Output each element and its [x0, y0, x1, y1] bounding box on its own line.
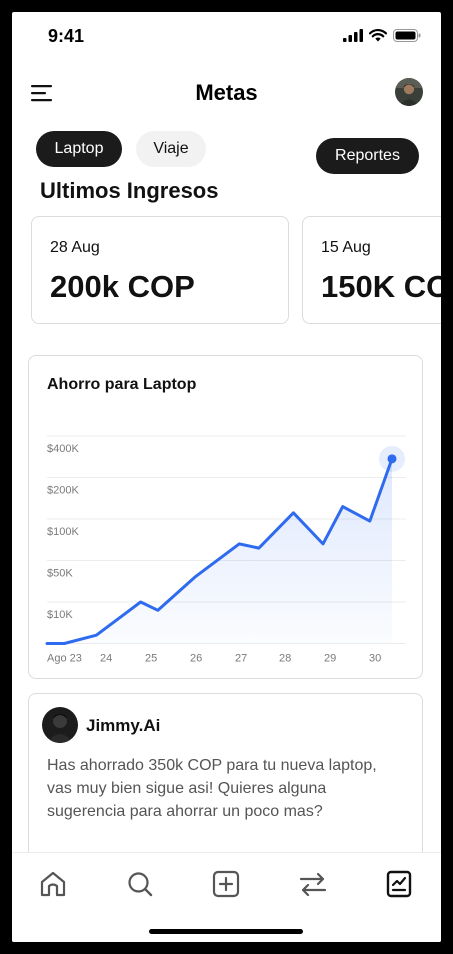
y-tick-label: $400K [47, 443, 79, 455]
app-header: Metas [12, 72, 441, 116]
data-point [292, 511, 295, 514]
status-bar: 9:41 [12, 12, 441, 60]
bottom-nav [12, 852, 441, 942]
data-point [46, 642, 49, 645]
signal-icon [343, 29, 363, 42]
x-tick-label: Ago 23 [47, 653, 82, 665]
x-tick-label: 27 [235, 653, 247, 665]
chart-area [47, 458, 392, 644]
income-date: 28 Aug [50, 239, 100, 256]
nav-transfer[interactable] [298, 869, 328, 899]
data-point [341, 505, 344, 508]
phone-screen: 9:41 Metas Laptop Viaje Reportes Ultimos… [12, 12, 441, 942]
status-time: 9:41 [48, 26, 85, 46]
reportes-button[interactable]: Reportes [316, 138, 419, 174]
income-date: 15 Aug [321, 239, 371, 256]
page-title: Metas [195, 80, 258, 105]
y-tick-label: $200K [47, 485, 79, 497]
assistant-avatar-image [42, 707, 78, 743]
assistant-message-text: Has ahorrado 350k COP para tu nueva lapt… [47, 757, 377, 820]
battery-icon [393, 29, 421, 42]
data-point [95, 634, 98, 637]
profile-avatar[interactable] [395, 78, 423, 106]
income-amount: 200k COP [50, 269, 195, 304]
x-tick-label: 30 [369, 653, 381, 665]
wifi-icon [369, 29, 387, 42]
data-point [63, 642, 66, 645]
savings-chart: $400K $200K $100K $50K $10K Ago 23 24 25 26 27 28 2… [45, 435, 406, 665]
chart-title: Ahorro para Laptop [47, 376, 197, 393]
x-tick-label: 25 [145, 653, 157, 665]
data-point [139, 601, 142, 604]
current-point[interactable] [387, 454, 397, 464]
nav-search[interactable] [125, 869, 155, 899]
y-tick-label: $50K [47, 568, 73, 580]
assistant-name: Jimmy.Ai [86, 716, 161, 735]
x-tick-label: 26 [190, 653, 202, 665]
status-icons [343, 29, 421, 42]
income-card[interactable]: 15 Aug 150K COP [302, 216, 441, 324]
data-point [368, 520, 371, 523]
y-tick-label: $10K [47, 609, 73, 621]
nav-home[interactable] [38, 869, 68, 899]
home-icon [40, 871, 66, 897]
data-point [193, 576, 196, 579]
data-point [257, 547, 260, 550]
savings-chart-card: $400K $200K $100K $50K $10K Ago 23 24 25 26 27 28 2… [28, 355, 423, 679]
section-title: Ultimos Ingresos [40, 178, 219, 203]
home-indicator [149, 929, 303, 934]
x-tick-label: 24 [100, 653, 112, 665]
y-tick-label: $100K [47, 526, 79, 538]
nav-add[interactable] [211, 869, 241, 899]
goal-chip-laptop[interactable]: Laptop [36, 131, 122, 167]
goal-chip-viaje[interactable]: Viaje [136, 131, 206, 167]
data-point [238, 542, 241, 545]
transfer-icon [299, 872, 327, 897]
data-point [156, 609, 159, 612]
nav-reports[interactable] [384, 869, 414, 899]
x-tick-label: 28 [279, 653, 291, 665]
income-card[interactable]: 28 Aug 200k COP [31, 216, 289, 324]
search-icon [128, 872, 153, 897]
data-point [322, 542, 325, 545]
avatar-image [395, 78, 423, 106]
add-square-icon [212, 870, 240, 898]
x-tick-label: 29 [324, 653, 336, 665]
income-amount: 150K COP [321, 269, 441, 304]
assistant-avatar [42, 707, 78, 743]
report-icon [386, 870, 412, 898]
